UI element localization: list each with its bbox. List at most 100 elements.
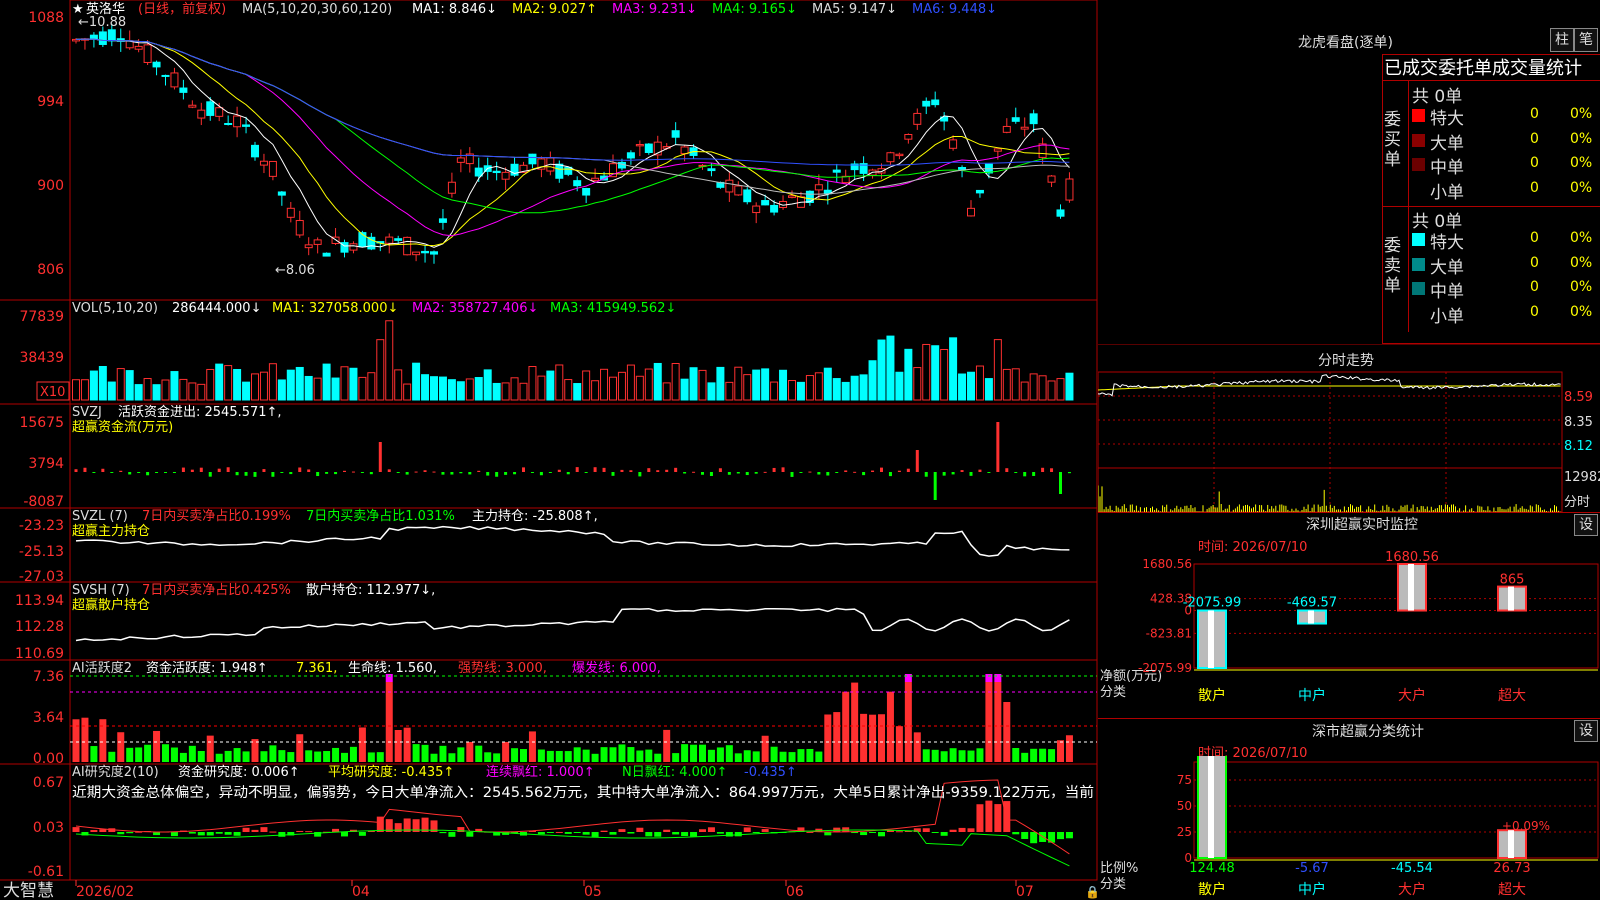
- ai1-bar: [573, 747, 581, 762]
- svzl-axis-label: -23.23: [19, 518, 64, 534]
- tab-volume-stats[interactable]: 成交量统计: [1492, 58, 1582, 79]
- ai2-bar: [448, 832, 456, 837]
- ai1-bar: [699, 744, 706, 762]
- volume-bar: [1065, 372, 1074, 401]
- candle-body: [430, 251, 438, 255]
- volume-bar: [537, 375, 546, 401]
- volume-bar: [304, 375, 313, 401]
- tab-orders[interactable]: 委托单: [1438, 58, 1492, 79]
- svzj-bar: [1059, 472, 1062, 494]
- ai1-bar: [430, 753, 438, 762]
- ai2-bar: [126, 832, 134, 834]
- dragon-tabs[interactable]: 已成交委托单成交量统计: [1384, 54, 1582, 80]
- ai2-bar: [233, 832, 241, 836]
- sell-row: 特大 0 0%: [1098, 228, 1600, 253]
- intraday-chart[interactable]: 8.59 8.35 8.12 12982 分时: [1098, 344, 1600, 514]
- kline-chart-area[interactable]: 1088 994 900 806 77839 38439 15675 3794 …: [0, 0, 1098, 900]
- svzj-bar: [915, 450, 919, 472]
- monitor-bar-3: [1497, 585, 1527, 612]
- svzj-bar: [736, 472, 740, 474]
- svzj-bar: [781, 467, 785, 472]
- order-percent: 0%: [1570, 179, 1593, 196]
- color-swatch: [1412, 257, 1425, 271]
- svzj-bar: [83, 467, 87, 472]
- candle-body: [295, 220, 304, 236]
- ai1-bar: [170, 747, 178, 762]
- volume-bars: [72, 320, 1074, 401]
- classify-settings-button[interactable]: 设: [1574, 720, 1598, 742]
- svzj-bar: [799, 472, 803, 473]
- ai2-bar: [824, 832, 832, 836]
- svzj-bar: [486, 472, 490, 476]
- ai1-bar: [600, 747, 608, 762]
- ai1-bar: [976, 748, 984, 762]
- ai2-bar: [188, 832, 196, 834]
- monitor-chart[interactable]: 1680.56428.380-823.81-2075.99-2075.99 -46…: [1098, 550, 1600, 718]
- ai1-bar: [511, 748, 519, 762]
- candle-body: [1002, 125, 1011, 133]
- ai2-bar: [439, 832, 447, 834]
- volume-bar: [653, 362, 662, 401]
- ai2-bar: [260, 827, 268, 832]
- candle-body: [107, 29, 116, 42]
- svzj-bar: [387, 469, 391, 472]
- candle-body: [975, 189, 984, 194]
- svzj-bar: [253, 472, 257, 477]
- svzj-bar: [960, 470, 964, 472]
- buy-row: 大单 0 0%: [1098, 129, 1600, 154]
- svzj-bar: [172, 472, 176, 473]
- color-swatch: [1412, 109, 1425, 122]
- svzj-bar: [844, 470, 848, 472]
- ai2-bar: [645, 832, 653, 837]
- ai1-peak: [994, 674, 1002, 682]
- svzj-bar: [137, 472, 141, 473]
- candle-body: [788, 195, 796, 198]
- svzl-axis-label: -27.03: [19, 569, 64, 585]
- ai1-bar: [126, 747, 134, 762]
- svsh-line: [75, 607, 1070, 642]
- volume-bar: [286, 369, 295, 401]
- ai2-bar: [636, 827, 644, 832]
- ai1-bar: [296, 734, 304, 762]
- volume-bar: [743, 374, 752, 401]
- month-label: 2026/02: [76, 884, 134, 900]
- bar-view-button[interactable]: 柱: [1550, 28, 1574, 52]
- ai2-bar: [591, 832, 599, 837]
- svzj-bar: [334, 472, 338, 475]
- ma-line: [75, 38, 1070, 166]
- ai1-bar: [457, 747, 465, 762]
- ai2-bar: [654, 832, 662, 837]
- svzj-bar: [181, 467, 185, 472]
- monitor-frame: [1193, 563, 1599, 669]
- ai1-bar: [341, 752, 348, 762]
- candle-body: [734, 185, 743, 196]
- ai1-bar: [672, 753, 680, 762]
- volume-bar: [689, 367, 698, 401]
- svzj-bar: [119, 470, 123, 472]
- candle-body: [215, 107, 224, 117]
- ai1-axis-label: 7.36: [33, 669, 64, 685]
- svzj-bar: [199, 467, 203, 472]
- ai2-axis-label: -0.61: [28, 864, 64, 880]
- candle-body: [134, 45, 143, 50]
- month-label: 04: [352, 884, 370, 900]
- ai2-bar: [215, 832, 223, 834]
- classify-chart[interactable]: 7550250+0.09%124.48 -5.67 -45.54 26.73比例%分类…: [1098, 756, 1600, 900]
- candle-body: [680, 146, 689, 155]
- monitor-settings-button[interactable]: 设: [1574, 514, 1598, 536]
- lock-icon[interactable]: 🔒: [1085, 885, 1098, 899]
- ma3-value: MA3: 9.231↓: [612, 2, 697, 17]
- tick-view-button[interactable]: 笔: [1574, 28, 1598, 52]
- ai1-bar: [528, 731, 536, 762]
- volume-bar: [582, 370, 591, 401]
- svzj-bar: [701, 472, 704, 475]
- order-count: 0: [1530, 179, 1539, 196]
- classify-category: 中户: [1298, 881, 1326, 898]
- candle-body: [1065, 178, 1074, 201]
- tab-filled[interactable]: 已成交: [1384, 58, 1438, 79]
- volume-bar: [635, 375, 644, 401]
- ai2-bar: [537, 832, 545, 835]
- ai1-bar: [484, 752, 492, 762]
- ai2-bar: [699, 829, 706, 832]
- svzj-bar: [709, 472, 713, 476]
